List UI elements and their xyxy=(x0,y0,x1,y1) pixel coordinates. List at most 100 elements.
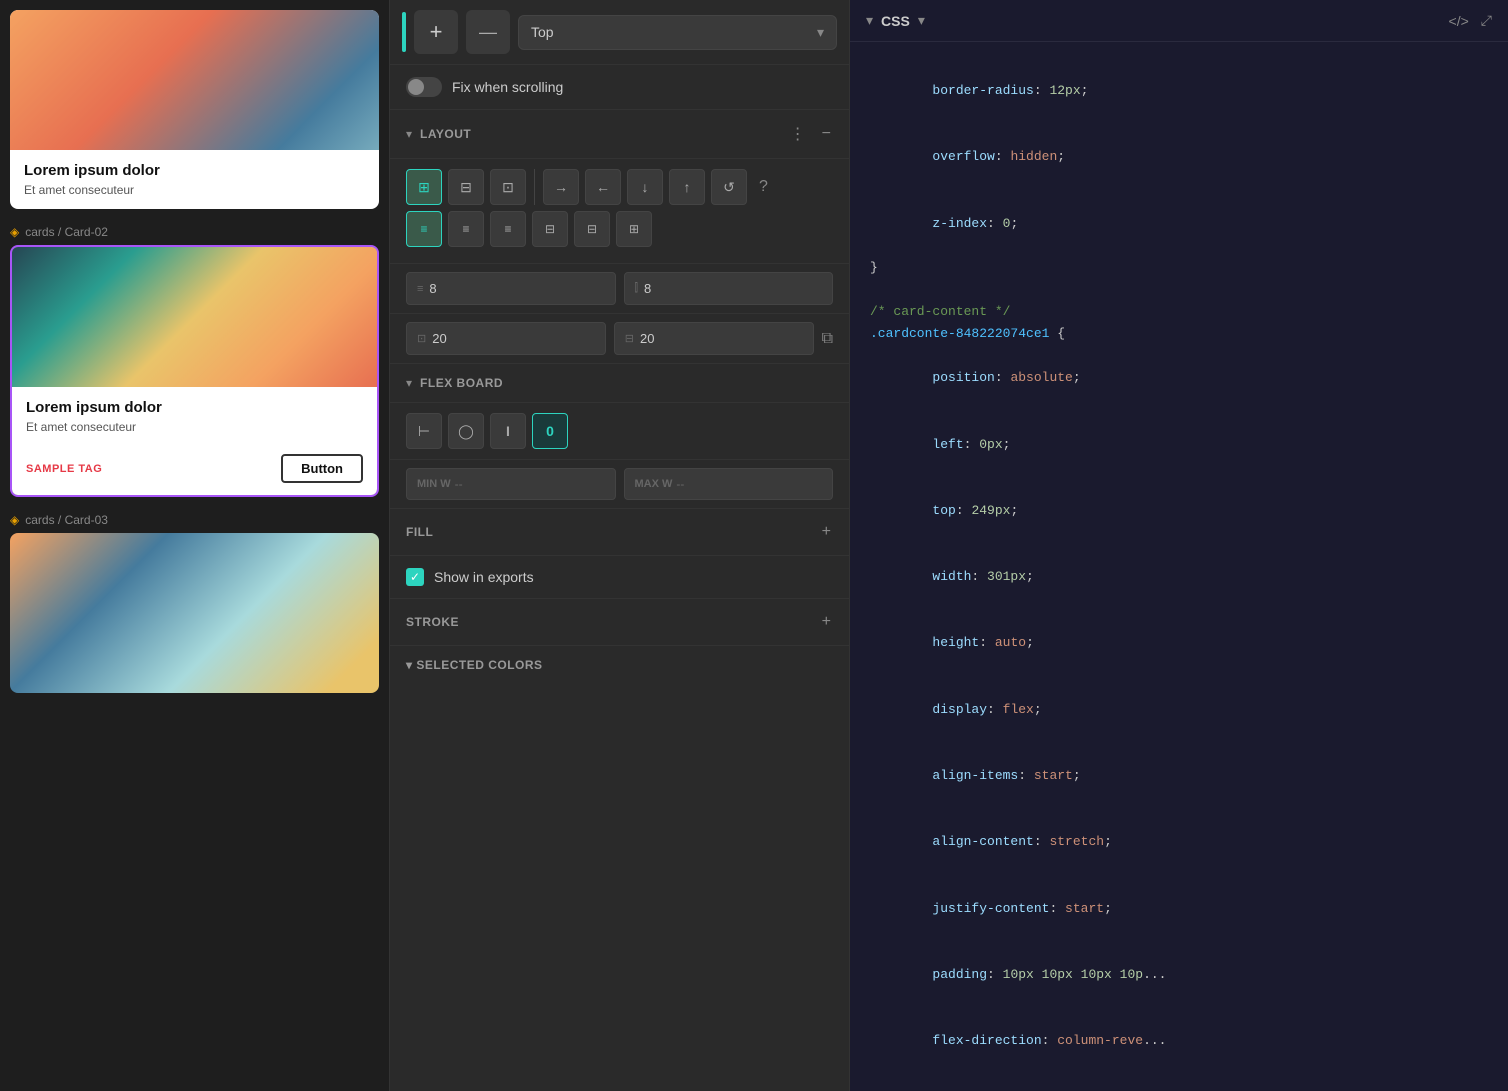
align-btn-top-left[interactable]: ⊞ xyxy=(406,169,442,205)
position-chevron-icon: ▾ xyxy=(817,24,824,41)
flex-board-icons: ⊢ ◯ I 0 xyxy=(390,403,849,460)
wrap-btn-3[interactable]: ≡ xyxy=(490,211,526,247)
right-panel: ▾ CSS ▾ </> ⤢ border-radius: 12px; overf… xyxy=(850,0,1508,1091)
component-icon: ◈ xyxy=(10,225,19,239)
layout-remove-icon[interactable]: − xyxy=(820,123,833,145)
min-max-row: MIN W -- MAX W -- xyxy=(390,460,849,509)
position-select[interactable]: Top ▾ xyxy=(518,15,837,50)
show-exports-row: ✓ Show in exports xyxy=(390,556,849,599)
padding-value-2: 20 xyxy=(640,331,654,346)
padding-input-1[interactable]: ⊡ 20 xyxy=(406,322,606,355)
code-line: flex-wrap: nowrap; xyxy=(870,1074,1488,1091)
add-fill-icon[interactable]: + xyxy=(820,521,833,543)
flex-num-btn[interactable]: 0 xyxy=(532,413,568,449)
col-gap-value: 8 xyxy=(644,281,651,296)
layout-more-icon[interactable]: ⋮ xyxy=(788,122,808,146)
col-gap-input[interactable]: ⫿ 8 xyxy=(624,272,834,305)
min-w-value: -- xyxy=(455,477,463,491)
card-01-item[interactable]: Lorem ipsum dolor Et amet consecuteur xyxy=(10,10,379,209)
add-button[interactable]: + xyxy=(414,10,458,54)
css-panel-chevron-icon[interactable]: ▾ xyxy=(866,12,873,29)
css-panel-title: CSS xyxy=(881,13,910,29)
copy-padding-icon[interactable]: ⧉ xyxy=(822,330,833,348)
card-01-subtitle: Et amet consecuteur xyxy=(24,183,365,197)
code-line: border-radius: 12px; xyxy=(870,58,1488,124)
card-03-item[interactable] xyxy=(10,533,379,693)
layout-collapse-icon[interactable]: ▾ xyxy=(406,127,412,141)
layout-help-icon[interactable]: ? xyxy=(757,176,770,198)
card-button[interactable]: Button xyxy=(281,454,363,483)
padding-input-2[interactable]: ⊟ 20 xyxy=(614,322,814,355)
align-separator xyxy=(534,169,535,205)
direction-up[interactable]: ↑ xyxy=(669,169,705,205)
wrap-btn-6[interactable]: ⊞ xyxy=(616,211,652,247)
card-03-label-text: cards / Card-03 xyxy=(25,513,108,527)
card-03-image xyxy=(10,533,379,693)
card-01-image xyxy=(10,10,379,150)
layout-header-left: ▾ LAYOUT xyxy=(406,127,471,141)
stroke-label: STROKE xyxy=(406,615,459,629)
flex-board-header-left: ▾ FLEX BOARD xyxy=(406,376,503,390)
layout-title: LAYOUT xyxy=(420,127,471,141)
css-code-view-icon[interactable]: </> xyxy=(1449,12,1469,29)
code-line: align-items: start; xyxy=(870,743,1488,809)
css-dropdown-icon[interactable]: ▾ xyxy=(918,12,925,29)
direction-right[interactable]: → xyxy=(543,169,579,205)
middle-panel: + — Top ▾ Fix when scrolling ▾ LAYOUT ⋮ … xyxy=(390,0,850,1091)
align-grid: ⊞ ⊟ ⊡ → ← ↓ ↑ ↺ ? ≡ ≡ ≡ ⊟ ⊟ ⊞ xyxy=(390,159,849,264)
flex-icon-1[interactable]: ⊢ xyxy=(406,413,442,449)
row-gap-input[interactable]: ≡ 8 xyxy=(406,272,616,305)
card-02-image xyxy=(12,247,377,387)
card-02-title: Lorem ipsum dolor xyxy=(26,399,363,416)
code-line: overflow: hidden; xyxy=(870,124,1488,190)
direction-rotate[interactable]: ↺ xyxy=(711,169,747,205)
code-line: left: 0px; xyxy=(870,412,1488,478)
add-stroke-icon[interactable]: + xyxy=(820,611,833,633)
code-line: z-index: 0; xyxy=(870,191,1488,257)
selected-colors-row: ▾ SELECTED COLORS xyxy=(390,646,849,684)
min-w-input[interactable]: MIN W -- xyxy=(406,468,616,500)
max-w-value: -- xyxy=(676,477,684,491)
fix-scrolling-toggle[interactable] xyxy=(406,77,442,97)
flex-icon-3[interactable]: I xyxy=(490,413,526,449)
max-w-label: MAX W xyxy=(635,478,673,490)
selected-colors-label: ▾ SELECTED COLORS xyxy=(406,658,543,672)
code-blank xyxy=(870,279,1488,301)
fix-scrolling-row: Fix when scrolling xyxy=(390,65,849,110)
code-line: padding: 10px 10px 10px 10p... xyxy=(870,942,1488,1008)
wrap-btn-1[interactable]: ≡ xyxy=(406,211,442,247)
layout-actions: ⋮ − xyxy=(788,122,833,146)
position-select-label: Top xyxy=(531,24,554,40)
wrap-btn-5[interactable]: ⊟ xyxy=(574,211,610,247)
position-bar: + — Top ▾ xyxy=(390,0,849,65)
min-w-label: MIN W xyxy=(417,478,451,490)
card-02-item[interactable]: Lorem ipsum dolor Et amet consecuteur SA… xyxy=(10,245,379,497)
code-line: width: 301px; xyxy=(870,544,1488,610)
wrap-btn-2[interactable]: ≡ xyxy=(448,211,484,247)
row-gap-value: 8 xyxy=(429,281,436,296)
align-btn-top-center[interactable]: ⊟ xyxy=(448,169,484,205)
layout-section-header: ▾ LAYOUT ⋮ − xyxy=(390,110,849,159)
sample-tag: SAMPLE TAG xyxy=(26,463,102,475)
code-selector: .cardconte-848222074ce1 { xyxy=(870,323,1488,345)
show-exports-checkbox[interactable]: ✓ xyxy=(406,568,424,586)
code-view: border-radius: 12px; overflow: hidden; z… xyxy=(850,42,1508,1091)
padding-icon-2: ⊟ xyxy=(625,332,634,345)
col-gap-icon: ⫿ xyxy=(635,282,639,295)
component-icon-2: ◈ xyxy=(10,513,19,527)
direction-left[interactable]: ← xyxy=(585,169,621,205)
minus-button[interactable]: — xyxy=(466,10,510,54)
wrap-btn-4[interactable]: ⊟ xyxy=(532,211,568,247)
css-expand-icon[interactable]: ⤢ xyxy=(1481,12,1492,29)
flex-icon-2[interactable]: ◯ xyxy=(448,413,484,449)
card-01-title: Lorem ipsum dolor xyxy=(24,162,365,179)
code-line: justify-content: start; xyxy=(870,875,1488,941)
flex-board-collapse-icon[interactable]: ▾ xyxy=(406,376,412,390)
align-btn-top-right[interactable]: ⊡ xyxy=(490,169,526,205)
max-w-input[interactable]: MAX W -- xyxy=(624,468,834,500)
teal-bar xyxy=(402,12,406,52)
left-panel: Lorem ipsum dolor Et amet consecuteur ◈ … xyxy=(0,0,390,1091)
fill-row: FILL + xyxy=(390,509,849,556)
direction-down[interactable]: ↓ xyxy=(627,169,663,205)
padding-icon-1: ⊡ xyxy=(417,332,426,345)
